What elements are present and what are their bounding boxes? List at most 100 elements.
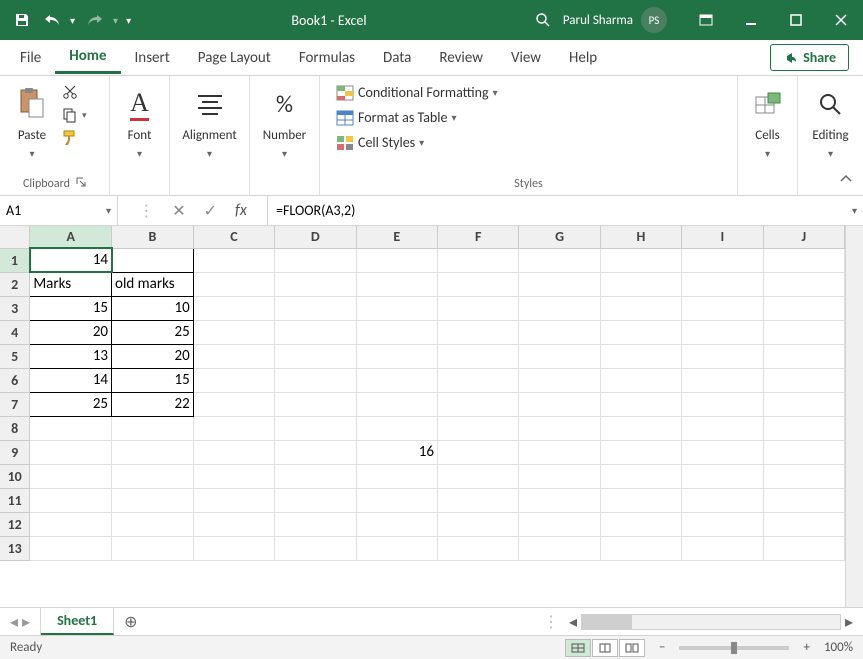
cell[interactable]	[600, 248, 681, 272]
cell[interactable]	[763, 536, 844, 560]
cell[interactable]	[600, 440, 681, 464]
tab-review[interactable]: Review	[425, 43, 497, 73]
row-header-5[interactable]: 5	[0, 344, 30, 368]
cell[interactable]	[763, 368, 844, 392]
cell[interactable]	[112, 440, 194, 464]
cell[interactable]	[193, 272, 274, 296]
cell-B7[interactable]: 22	[112, 392, 194, 416]
cell[interactable]	[519, 512, 600, 536]
cell[interactable]	[30, 512, 112, 536]
col-header-G[interactable]: G	[519, 226, 600, 248]
undo-dropdown[interactable]: ▾	[70, 14, 75, 27]
col-header-J[interactable]: J	[763, 226, 844, 248]
zoom-in-button[interactable]: +	[803, 640, 809, 655]
tab-insert[interactable]: Insert	[121, 43, 184, 73]
clipboard-launcher[interactable]	[76, 177, 86, 191]
cell[interactable]	[438, 296, 519, 320]
cell[interactable]	[275, 248, 356, 272]
row-header-8[interactable]: 8	[0, 416, 30, 440]
cell[interactable]	[519, 368, 600, 392]
tab-data[interactable]: Data	[369, 43, 425, 73]
cell[interactable]	[275, 272, 356, 296]
formula-input[interactable]	[276, 202, 855, 219]
cell[interactable]	[763, 512, 844, 536]
cell[interactable]	[682, 464, 763, 488]
cell[interactable]	[275, 464, 356, 488]
cell[interactable]	[275, 440, 356, 464]
cell[interactable]	[356, 536, 438, 560]
cell-B6[interactable]: 15	[112, 368, 194, 392]
cell[interactable]	[112, 416, 194, 440]
cell[interactable]	[275, 416, 356, 440]
cell[interactable]	[519, 488, 600, 512]
cell[interactable]	[600, 368, 681, 392]
cell[interactable]	[193, 440, 274, 464]
cell[interactable]	[438, 416, 519, 440]
cell[interactable]	[682, 368, 763, 392]
cell[interactable]	[30, 440, 112, 464]
tab-formulas[interactable]: Formulas	[285, 43, 369, 73]
cell[interactable]	[763, 248, 844, 272]
share-button[interactable]: Share	[770, 44, 849, 71]
cell[interactable]	[112, 512, 194, 536]
cell[interactable]	[275, 512, 356, 536]
cell[interactable]	[275, 296, 356, 320]
minimize-button[interactable]	[728, 0, 773, 40]
row-header-10[interactable]: 10	[0, 464, 30, 488]
copy-button[interactable]: ▾	[58, 105, 91, 125]
horizontal-scrollbar[interactable]	[581, 614, 841, 630]
col-header-E[interactable]: E	[356, 226, 438, 248]
row-header-13[interactable]: 13	[0, 536, 30, 560]
cell[interactable]	[600, 464, 681, 488]
row-header-6[interactable]: 6	[0, 368, 30, 392]
cell[interactable]	[600, 416, 681, 440]
cell[interactable]	[438, 272, 519, 296]
vertical-scrollbar[interactable]	[845, 226, 863, 607]
col-header-B[interactable]: B	[112, 226, 194, 248]
cell[interactable]	[438, 512, 519, 536]
name-box[interactable]: ▾	[0, 196, 118, 225]
cell[interactable]	[600, 512, 681, 536]
close-button[interactable]	[818, 0, 863, 40]
enter-formula-button[interactable]: ✓	[204, 201, 217, 221]
expand-formula-button[interactable]: ▾	[852, 204, 857, 217]
collapse-ribbon-button[interactable]	[839, 170, 853, 189]
cell[interactable]	[519, 296, 600, 320]
redo-dropdown[interactable]: ▾	[113, 14, 118, 27]
scroll-right-button[interactable]: ▸	[841, 612, 857, 632]
cell-E9[interactable]: 16	[356, 440, 438, 464]
format-painter-button[interactable]	[58, 128, 91, 148]
cell[interactable]	[600, 320, 681, 344]
tab-home[interactable]: Home	[55, 41, 120, 74]
maximize-button[interactable]	[773, 0, 818, 40]
zoom-slider[interactable]	[679, 646, 789, 650]
cell[interactable]	[438, 320, 519, 344]
cell[interactable]	[193, 248, 274, 272]
cell-A6[interactable]: 14	[30, 368, 112, 392]
editing-button[interactable]: Editing ▾	[806, 80, 854, 164]
cell[interactable]	[763, 392, 844, 416]
cell[interactable]	[275, 368, 356, 392]
ribbon-display-button[interactable]	[683, 0, 728, 40]
cell[interactable]	[356, 248, 438, 272]
cell[interactable]	[193, 512, 274, 536]
cell[interactable]	[600, 488, 681, 512]
cell[interactable]	[438, 248, 519, 272]
cell[interactable]	[356, 512, 438, 536]
col-header-I[interactable]: I	[682, 226, 763, 248]
spreadsheet-grid[interactable]: A B C D E F G H I J 1 14 2 Marks old mar…	[0, 226, 845, 561]
cell[interactable]	[438, 536, 519, 560]
qat-customise[interactable]: ▾	[126, 14, 131, 27]
cell[interactable]	[682, 248, 763, 272]
cell[interactable]	[519, 464, 600, 488]
save-button[interactable]	[8, 6, 36, 34]
cell[interactable]	[275, 488, 356, 512]
cell[interactable]	[356, 416, 438, 440]
fx-icon[interactable]: fx	[235, 201, 247, 220]
cell[interactable]	[763, 440, 844, 464]
cell[interactable]	[600, 296, 681, 320]
formula-options-icon[interactable]: ⋮	[138, 201, 154, 221]
tab-page-layout[interactable]: Page Layout	[184, 43, 285, 73]
cell[interactable]	[519, 536, 600, 560]
cell-styles-button[interactable]: Cell Styles ▾	[332, 132, 502, 153]
